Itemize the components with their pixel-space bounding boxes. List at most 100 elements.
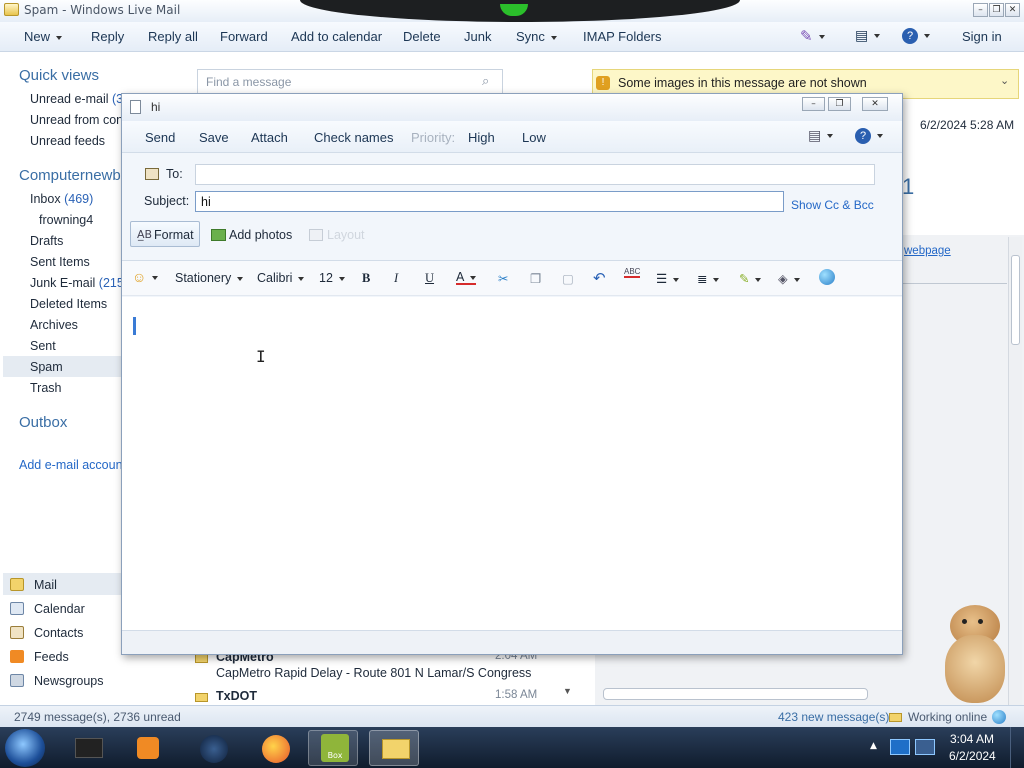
compose-maximize-button[interactable]: ❐ — [828, 97, 851, 111]
address-book-icon[interactable] — [145, 168, 159, 180]
layout-menu-icon[interactable]: ▤ — [855, 27, 881, 44]
font-size-dropdown[interactable]: 12 — [319, 271, 345, 285]
message-subject[interactable]: CapMetro Rapid Delay - Route 801 N Lamar… — [216, 666, 531, 680]
delete-button[interactable]: Delete — [403, 29, 441, 44]
layout-menu-icon[interactable]: ▤ — [808, 127, 834, 144]
subject-field[interactable]: hi — [195, 191, 784, 212]
maximize-button[interactable]: ❐ — [989, 3, 1004, 17]
folder-sent[interactable]: Sent — [30, 339, 56, 353]
add-email-account-link[interactable]: Add e-mail account — [19, 458, 126, 472]
action-center-icon[interactable] — [915, 739, 935, 755]
folder-unread-email[interactable]: Unread e-mail (3 — [30, 92, 123, 106]
cut-icon[interactable]: ✂ — [498, 271, 508, 286]
folder-frowning4[interactable]: frowning4 — [39, 213, 93, 227]
priority-low-button[interactable]: Low — [522, 130, 546, 145]
compose-window: hi – ❐ ✕ Send Save Attach Check names Pr… — [121, 93, 903, 655]
paragraph-format-icon[interactable]: ≣ — [697, 271, 720, 286]
compose-close-button[interactable]: ✕ — [862, 97, 888, 111]
chevron-down-icon[interactable]: ⌄ — [1000, 74, 1009, 87]
nav-newsgroups[interactable]: Newsgroups — [34, 674, 103, 688]
reply-all-button[interactable]: Reply all — [148, 29, 198, 44]
hyperlink-globe-icon[interactable] — [819, 269, 835, 285]
taskbar-item-app1[interactable] — [65, 730, 115, 766]
copy-icon[interactable]: ❐ — [530, 271, 541, 286]
folder-junk-email[interactable]: Junk E-mail (215 — [30, 276, 124, 290]
nav-contacts[interactable]: Contacts — [34, 626, 83, 640]
numbered-list-icon[interactable]: ☰ — [656, 271, 680, 286]
imap-folders-button[interactable]: IMAP Folders — [583, 29, 662, 44]
junk-button[interactable]: Junk — [464, 29, 491, 44]
spell-check-button[interactable]: ABC — [624, 267, 641, 278]
paste-icon[interactable]: ▢ — [562, 271, 574, 286]
check-names-button[interactable]: Check names — [314, 130, 393, 145]
nav-mail[interactable]: Mail — [34, 578, 57, 592]
clock-time[interactable]: 3:04 AM — [950, 732, 994, 746]
show-hidden-icons-arrow[interactable]: ▲ — [870, 741, 877, 751]
help-icon[interactable]: ? — [855, 127, 883, 144]
emoticon-icon[interactable]: ☺ — [132, 269, 159, 285]
save-button[interactable]: Save — [199, 130, 229, 145]
folder-archives[interactable]: Archives — [30, 318, 78, 332]
taskbar-item-firefox[interactable] — [250, 730, 300, 766]
vertical-scrollbar[interactable] — [1008, 237, 1022, 707]
reply-button[interactable]: Reply — [91, 29, 124, 44]
format-tab-button[interactable]: A̲B Format — [130, 221, 200, 247]
italic-button[interactable]: I — [394, 271, 398, 286]
show-desktop-button[interactable] — [1010, 727, 1024, 768]
bold-button[interactable]: B — [362, 271, 370, 286]
font-dropdown[interactable]: Calibri — [257, 271, 305, 285]
folder-sent-items[interactable]: Sent Items — [30, 255, 90, 269]
new-messages-count[interactable]: 423 new message(s) — [778, 710, 889, 724]
account-heading[interactable]: Computernewb — [19, 167, 121, 184]
taskbar-item-windows-live-mail[interactable] — [369, 730, 419, 766]
taskbar-item-app3[interactable] — [188, 730, 238, 766]
nav-feeds[interactable]: Feeds — [34, 650, 69, 664]
folder-spam[interactable]: Spam — [30, 360, 63, 374]
quick-views-heading[interactable]: Quick views — [19, 67, 99, 84]
send-button[interactable]: Send — [145, 130, 175, 145]
search-icon[interactable]: ⌕ — [482, 74, 489, 89]
message-body-editor[interactable]: I — [122, 297, 902, 630]
scrollbar-thumb[interactable] — [1011, 255, 1020, 345]
folder-drafts[interactable]: Drafts — [30, 234, 63, 248]
highlight-icon[interactable]: ✎ — [739, 271, 762, 286]
scroll-down-arrow[interactable]: ▼ — [563, 686, 572, 696]
clock-date[interactable]: 6/2/2024 — [949, 749, 996, 763]
sync-button[interactable]: Sync — [516, 29, 557, 44]
folder-unread-contacts[interactable]: Unread from con — [30, 113, 123, 127]
new-button[interactable]: New — [24, 29, 63, 44]
outbox-heading[interactable]: Outbox — [19, 414, 67, 431]
insert-icon[interactable]: ◈ — [778, 271, 800, 286]
taskbar-item-box[interactable]: Box — [308, 730, 358, 766]
add-to-calendar-button[interactable]: Add to calendar — [291, 29, 382, 44]
forward-button[interactable]: Forward — [220, 29, 268, 44]
folder-deleted-items[interactable]: Deleted Items — [30, 297, 107, 311]
minimize-button[interactable]: – — [973, 3, 988, 17]
message-sender[interactable]: TxDOT — [216, 689, 257, 703]
folder-inbox[interactable]: Inbox (469) — [30, 192, 93, 206]
close-button[interactable]: ✕ — [1005, 3, 1020, 17]
to-field[interactable] — [195, 164, 875, 185]
nav-calendar[interactable]: Calendar — [34, 602, 85, 616]
priority-high-button[interactable]: High — [468, 130, 495, 145]
online-status[interactable]: Working online — [908, 710, 987, 724]
network-icon[interactable] — [890, 739, 910, 755]
underline-button[interactable]: U — [425, 271, 434, 286]
horizontal-scrollbar[interactable] — [603, 688, 868, 700]
compose-minimize-button[interactable]: – — [802, 97, 825, 111]
taskbar-item-media-player[interactable] — [124, 730, 174, 766]
folder-unread-feeds[interactable]: Unread feeds — [30, 134, 105, 148]
start-button[interactable] — [5, 729, 45, 767]
font-color-button[interactable]: A — [456, 271, 477, 285]
sign-in-button[interactable]: Sign in — [962, 29, 1002, 44]
stationery-dropdown[interactable]: Stationery — [175, 271, 244, 285]
view-webpage-link[interactable]: webpage — [904, 245, 951, 257]
show-cc-bcc-link[interactable]: Show Cc & Bcc — [791, 198, 874, 212]
folder-trash[interactable]: Trash — [30, 381, 62, 395]
attach-button[interactable]: Attach — [251, 130, 288, 145]
undo-icon[interactable]: ↶ — [593, 269, 606, 287]
paint-brush-icon[interactable]: ✎ — [800, 27, 825, 45]
add-photos-button[interactable]: Add photos — [229, 228, 292, 242]
search-input[interactable]: Find a message — [197, 69, 503, 94]
help-icon[interactable]: ? — [902, 27, 930, 44]
